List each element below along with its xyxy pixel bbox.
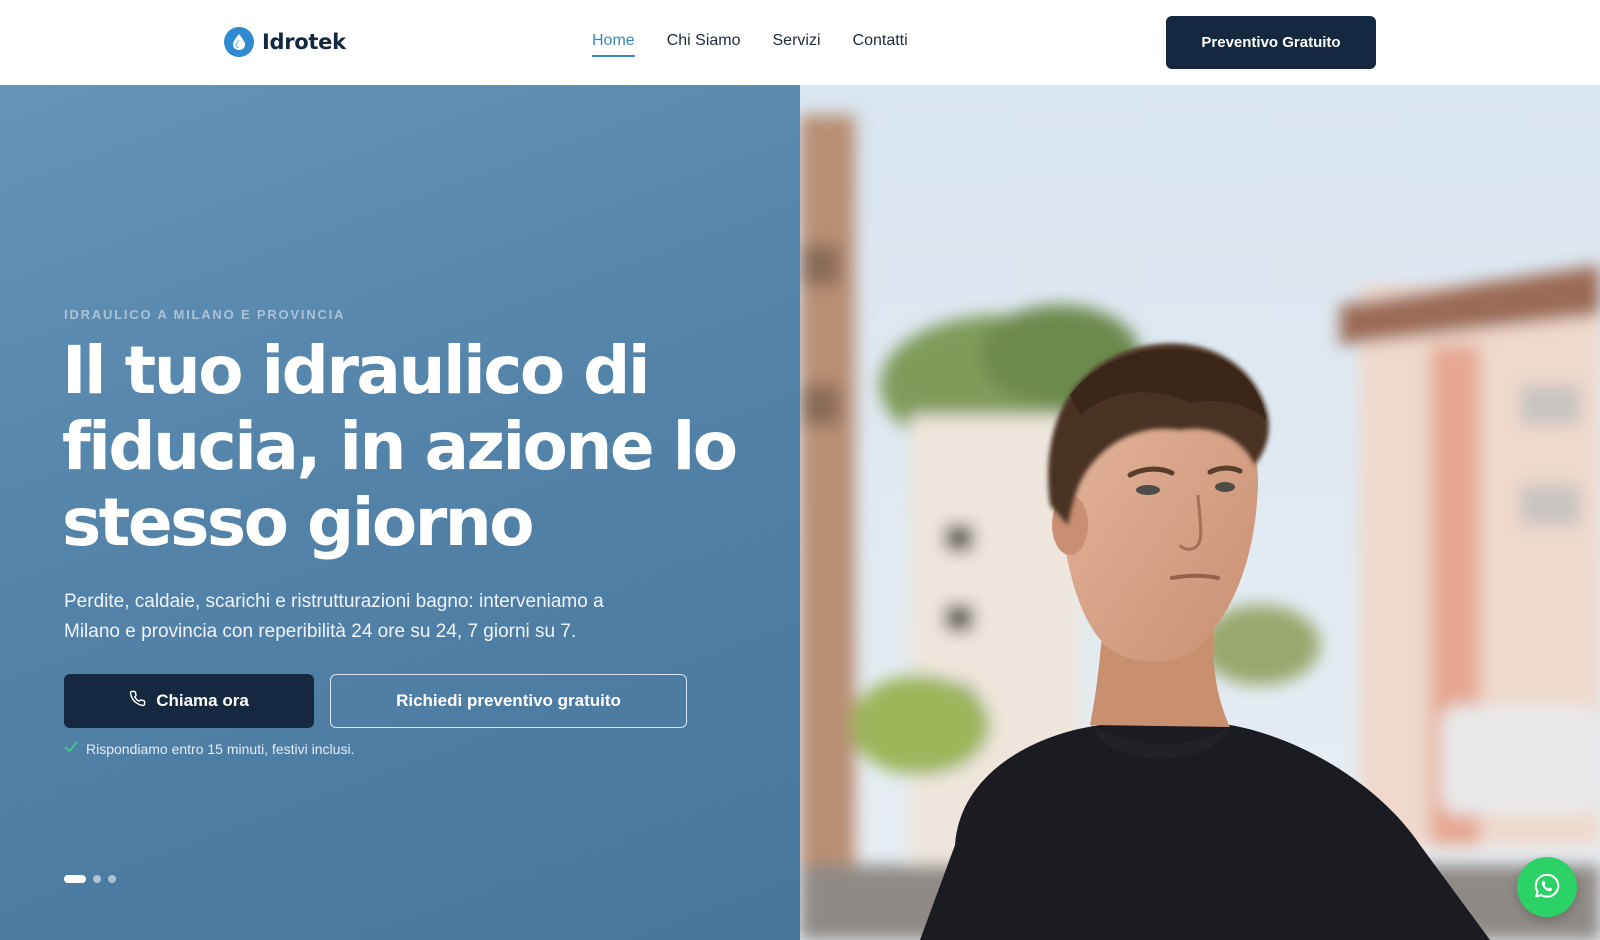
brand-logo[interactable]: Idrotek	[224, 27, 346, 57]
phone-icon	[129, 690, 146, 712]
hero-photo	[800, 85, 1600, 940]
free-quote-button[interactable]: Preventivo Gratuito	[1166, 16, 1376, 69]
response-time-text: Rispondiamo entro 15 minuti, festivi inc…	[86, 740, 355, 757]
nav-item-home[interactable]: Home	[592, 32, 635, 57]
whatsapp-icon	[1532, 871, 1562, 904]
slider-dot-3[interactable]	[108, 875, 116, 883]
whatsapp-button[interactable]	[1517, 857, 1577, 917]
hero-eyebrow: IDRAULICO A MILANO E PROVINCIA	[64, 307, 346, 322]
nav-item-servizi[interactable]: Servizi	[773, 32, 821, 57]
request-quote-button[interactable]: Richiedi preventivo gratuito	[330, 674, 687, 728]
hero-description: Perdite, caldaie, scarichi e ristruttura…	[64, 591, 604, 642]
site-header: Idrotek Home Chi Siamo Servizi Contatti …	[0, 0, 1600, 85]
call-now-label: Chiama ora	[156, 691, 249, 710]
hero-title: Il tuo idraulico di fiducia, in azione l…	[62, 332, 738, 561]
slider-dot-2[interactable]	[93, 875, 101, 883]
response-time-note: Rispondiamo entro 15 minuti, festivi inc…	[64, 740, 354, 757]
nav-item-chi-siamo[interactable]: Chi Siamo	[667, 32, 741, 57]
hero-photo-illustration	[800, 85, 1600, 940]
nav-item-contatti[interactable]: Contatti	[853, 32, 908, 57]
brand-name: Idrotek	[262, 30, 346, 54]
check-icon	[64, 740, 78, 757]
slider-dots	[64, 875, 116, 883]
water-drop-icon	[224, 27, 254, 57]
hero-section: IDRAULICO A MILANO E PROVINCIA Il tuo id…	[0, 85, 800, 940]
call-now-button[interactable]: Chiama ora	[64, 674, 314, 728]
slider-dot-1[interactable]	[64, 875, 86, 883]
main-nav: Home Chi Siamo Servizi Contatti	[592, 32, 908, 57]
